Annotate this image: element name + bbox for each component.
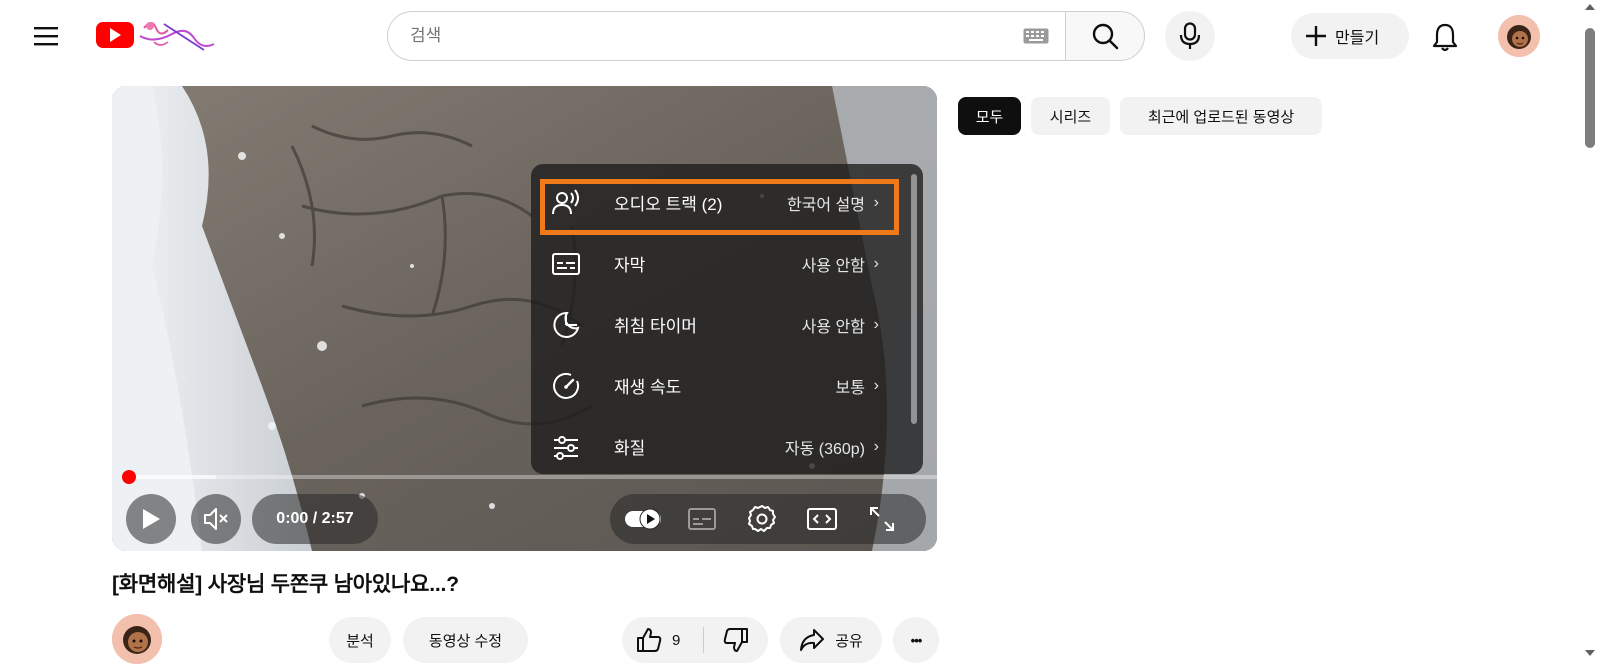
avatar-icon [112,614,162,664]
progress-buffer [126,475,216,479]
audio-track-value: 한국어 설명 [786,196,865,214]
hamburger-icon [34,27,58,46]
like-dislike-group: 9 [622,617,768,663]
search-input[interactable] [410,26,1023,46]
playback-speed-icon [553,372,580,399]
subtitles-icon [552,253,580,275]
sleep-timer-icon [553,311,580,338]
subtitles-label: 자막 [614,256,646,275]
sleep-timer-value: 사용 안함 [801,318,865,336]
chevron-right-icon: › [873,193,879,211]
chevron-right-icon: › [873,437,879,455]
settings-menu-scrollbar[interactable] [911,174,917,424]
audio-track-label: 오디오 트랙 (2) [614,195,723,214]
sleep-timer-menu-item[interactable]: 취침 타이머 사용 안함 › [531,294,923,355]
share-button[interactable]: 공유 [780,617,882,663]
more-icon: ••• [910,632,923,648]
playback-speed-label: 재생 속도 [614,378,682,397]
subtitles-icon [688,508,716,530]
thumbs-down-icon [723,628,748,652]
avatar-icon [1498,15,1540,57]
autoplay-toggle-icon [625,508,661,530]
time-display: 0:00 / 2:57 [252,494,378,544]
chip-all[interactable]: 모두 [958,97,1021,135]
play-button[interactable] [126,494,176,544]
search-icon [1092,23,1119,50]
create-label: 만들기 [1335,30,1380,47]
scroll-up-arrow-icon[interactable] [1585,4,1595,10]
plus-icon [1306,26,1326,46]
video-player[interactable]: 오디오 트랙 (2) 한국어 설명 › 자막 사용 안함 › 취침 타이머 사용… [112,86,937,551]
dislike-button[interactable] [704,617,768,663]
youtube-logo[interactable] [94,14,224,56]
audio-track-icon [552,189,579,215]
chevron-right-icon: › [873,376,879,394]
theater-mode-icon [807,508,837,530]
chip-all-label: 모두 [975,108,1004,126]
keyboard-icon[interactable] [1023,28,1049,44]
settings-menu: 오디오 트랙 (2) 한국어 설명 › 자막 사용 안함 › 취침 타이머 사용… [531,164,923,474]
notifications-button[interactable] [1424,16,1466,58]
settings-button[interactable] [746,504,778,534]
scroll-down-arrow-icon[interactable] [1585,650,1595,656]
video-title: [화면해설] 사장님 두쫀쿠 남아있나요...? [112,573,459,596]
thumbs-up-icon [637,628,662,652]
time-text: 0:00 / 2:57 [276,510,354,527]
share-label: 공유 [835,632,863,650]
account-avatar[interactable] [1498,15,1540,57]
sleep-timer-label: 취침 타이머 [614,317,697,336]
chevron-right-icon: › [873,254,879,272]
microphone-icon [1179,22,1201,49]
quality-icon [554,436,578,460]
chip-series-label: 시리즈 [1049,108,1092,126]
share-icon [800,629,825,651]
search-button[interactable] [1065,11,1145,61]
playback-speed-value: 보통 [835,379,865,397]
theater-mode-button[interactable] [806,504,838,534]
menu-button[interactable] [26,18,66,54]
player-right-controls [610,494,926,544]
audio-track-menu-item[interactable]: 오디오 트랙 (2) 한국어 설명 › [531,172,923,233]
create-button[interactable]: 만들기 [1291,13,1409,59]
youtube-logo-icon [96,22,215,51]
quality-menu-item[interactable]: 화질 자동 (360p) › [531,416,923,474]
fullscreen-icon [870,507,894,531]
edit-video-label: 동영상 수정 [428,632,503,650]
like-button[interactable]: 9 [622,617,702,663]
analytics-label: 분석 [346,632,374,650]
edit-video-button[interactable]: 동영상 수정 [403,617,528,663]
scrollbar-thumb[interactable] [1585,28,1595,148]
chip-recent-uploads[interactable]: 최근에 업로드된 동영상 [1120,97,1322,135]
voice-search-button[interactable] [1165,11,1215,61]
mute-button[interactable] [191,494,241,544]
subtitles-menu-item[interactable]: 자막 사용 안함 › [531,233,923,294]
playback-speed-menu-item[interactable]: 재생 속도 보통 › [531,355,923,416]
search-box[interactable] [387,11,1065,61]
bell-icon [1432,23,1458,52]
gear-icon [748,505,776,532]
quality-value: 자동 (360p) [784,440,865,458]
channel-avatar[interactable] [112,614,162,664]
play-icon [143,509,160,529]
subtitles-value: 사용 안함 [801,257,865,275]
chip-recent-label: 최근에 업로드된 동영상 [1147,108,1295,126]
fullscreen-button[interactable] [866,504,898,534]
chip-series[interactable]: 시리즈 [1031,97,1110,135]
like-count: 9 [672,631,681,649]
more-actions-button[interactable]: ••• [893,617,939,663]
quality-label: 화질 [614,439,646,458]
chevron-right-icon: › [873,315,879,333]
analytics-button[interactable]: 분석 [329,617,391,663]
volume-muted-icon [204,508,228,530]
progress-scrubber[interactable] [122,470,136,484]
progress-bar[interactable] [126,475,937,479]
subtitles-button[interactable] [686,504,718,534]
autoplay-toggle[interactable] [624,504,664,534]
